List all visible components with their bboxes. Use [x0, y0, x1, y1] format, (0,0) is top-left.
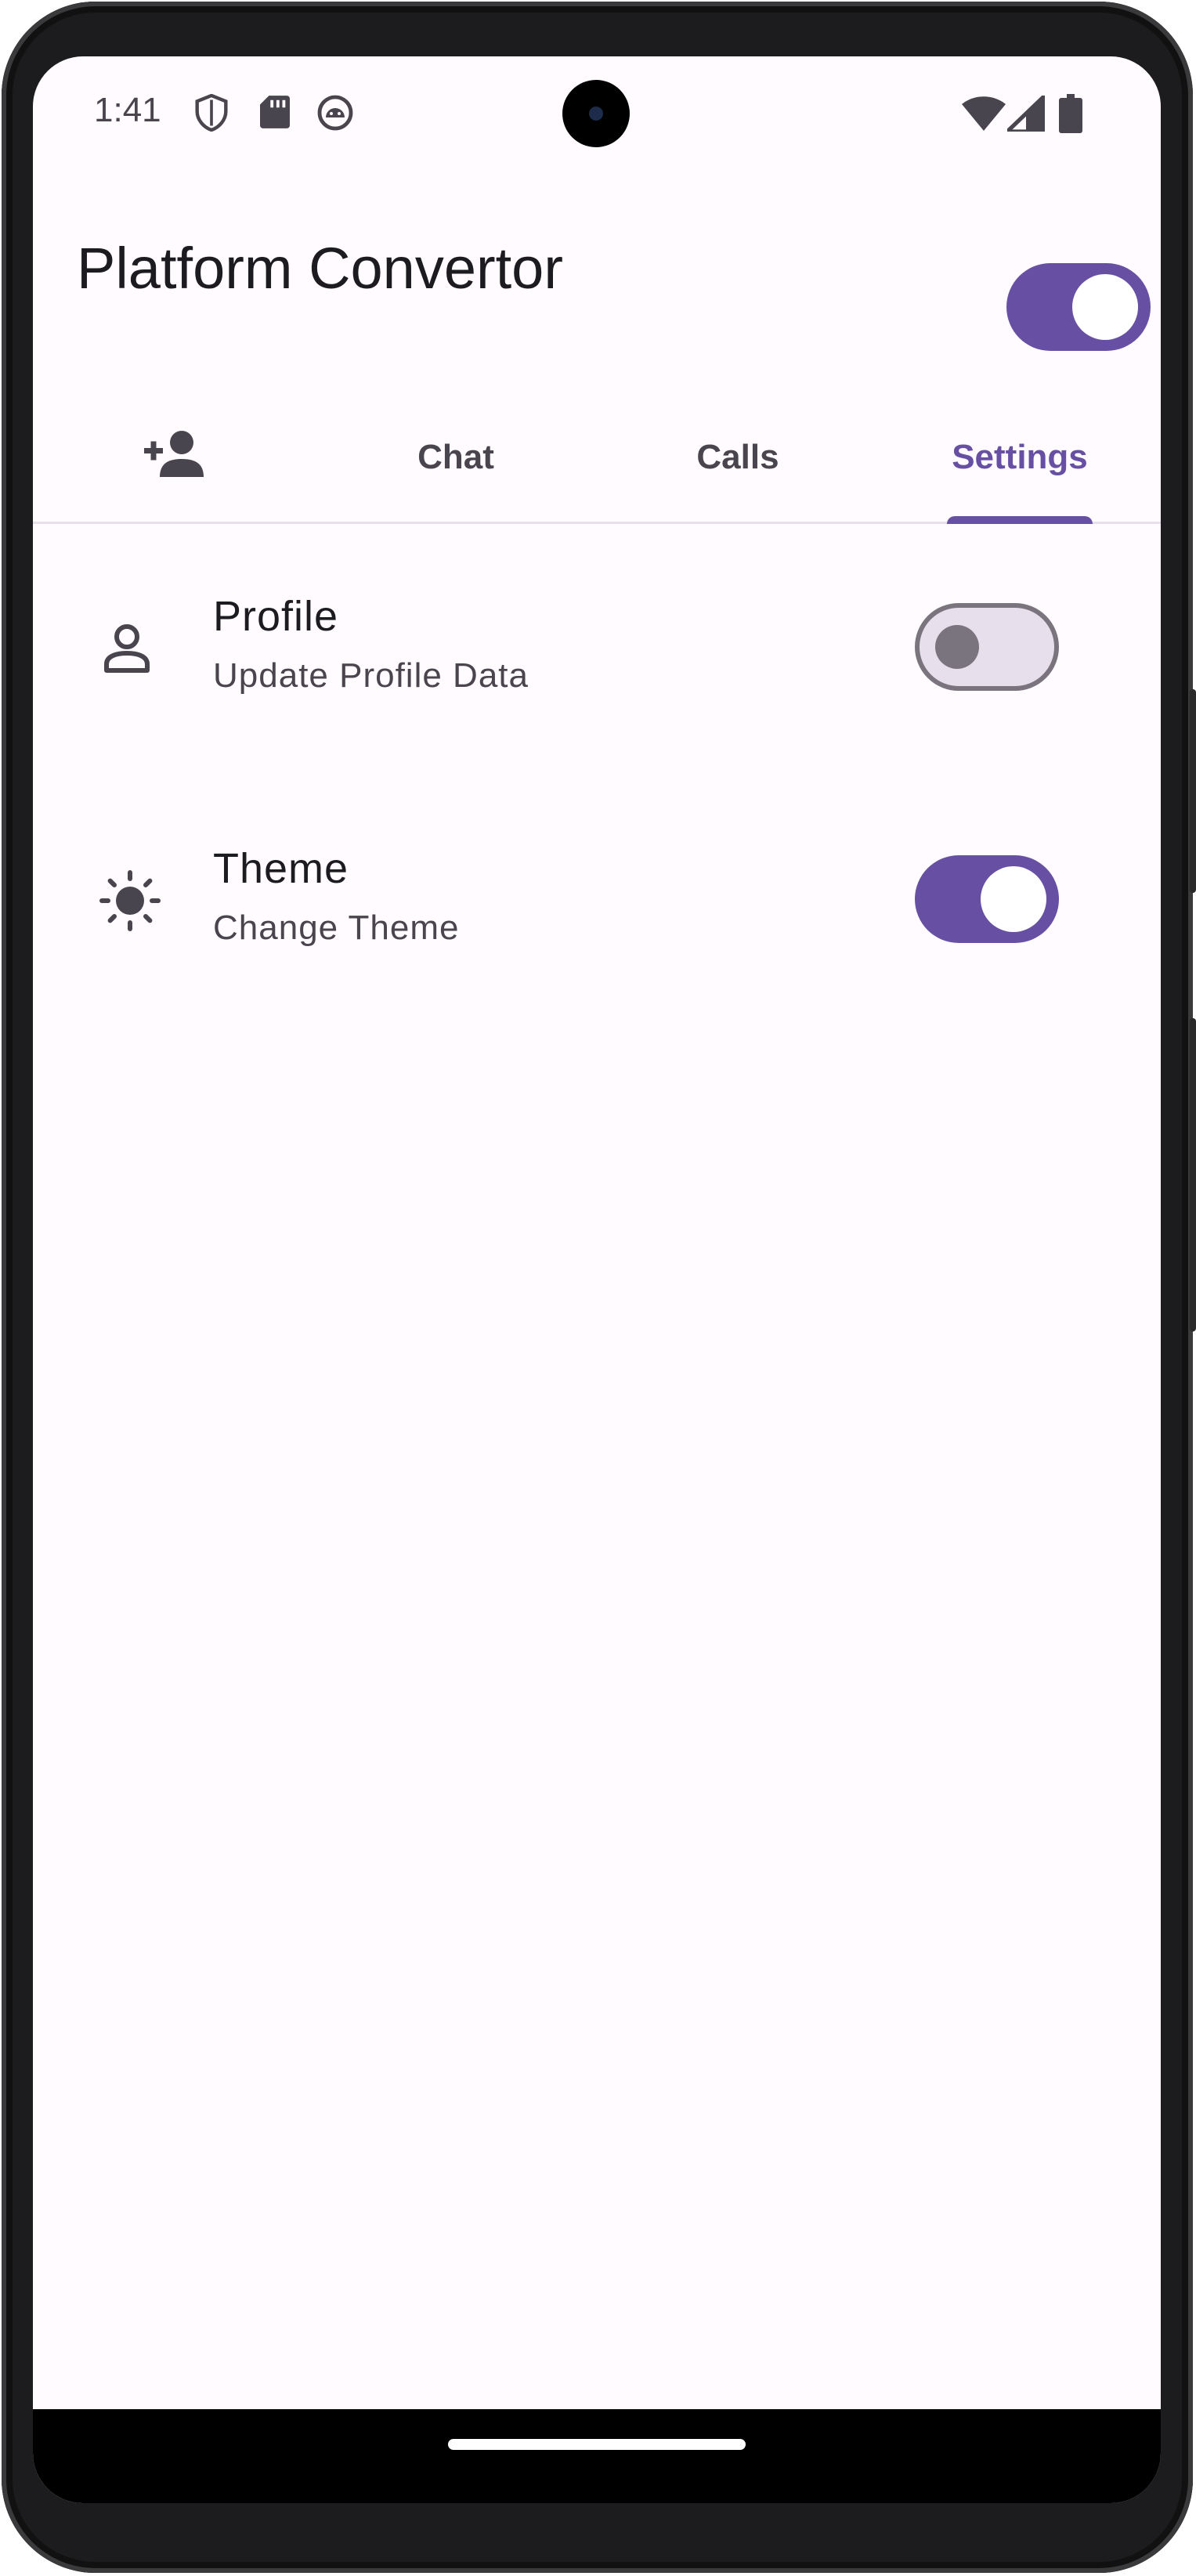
- person-add-icon: [143, 428, 205, 487]
- switch-thumb: [981, 866, 1046, 932]
- shield-icon: [194, 93, 229, 135]
- home-gesture-handle[interactable]: [448, 2439, 746, 2450]
- tab-bar: Chat Calls Settings: [33, 393, 1161, 524]
- switch-thumb: [935, 625, 979, 669]
- android-debug-icon: [316, 94, 354, 135]
- wifi-icon: [962, 96, 1006, 135]
- status-time: 1:41: [94, 91, 161, 129]
- profile-switch[interactable]: [915, 603, 1059, 691]
- app-bar: Platform Convertor: [33, 205, 1161, 351]
- sun-icon: [99, 869, 161, 936]
- person-icon: [103, 623, 150, 677]
- signal-icon: [1005, 93, 1047, 135]
- battery-icon: [1059, 94, 1082, 137]
- settings-item-profile[interactable]: Profile Update Profile Data: [33, 553, 1161, 741]
- tab-calls[interactable]: Calls: [597, 393, 879, 522]
- platform-switch[interactable]: [1006, 263, 1151, 351]
- theme-switch[interactable]: [915, 855, 1059, 943]
- app-title: Platform Convertor: [77, 236, 563, 301]
- volume-button: [1190, 1018, 1196, 1331]
- settings-item-subtitle: Update Profile Data: [213, 656, 529, 695]
- switch-thumb: [1072, 274, 1138, 340]
- settings-item-subtitle: Change Theme: [213, 909, 460, 947]
- settings-item-title: Profile: [213, 593, 339, 640]
- power-button: [1190, 689, 1196, 893]
- tab-settings[interactable]: Settings: [879, 393, 1161, 522]
- screen: 1:41 Platform Convertor Chat Calls Setti…: [33, 56, 1161, 2503]
- settings-item-title: Theme: [213, 845, 349, 892]
- tab-add-contact[interactable]: [33, 393, 315, 522]
- settings-item-theme[interactable]: Theme Change Theme: [33, 805, 1161, 993]
- sd-card-icon: [260, 94, 290, 134]
- front-camera: [562, 80, 630, 147]
- tab-indicator: [947, 516, 1093, 524]
- tab-chat[interactable]: Chat: [315, 393, 597, 522]
- navigation-bar: [33, 2409, 1161, 2503]
- status-bar: 1:41: [33, 56, 1161, 171]
